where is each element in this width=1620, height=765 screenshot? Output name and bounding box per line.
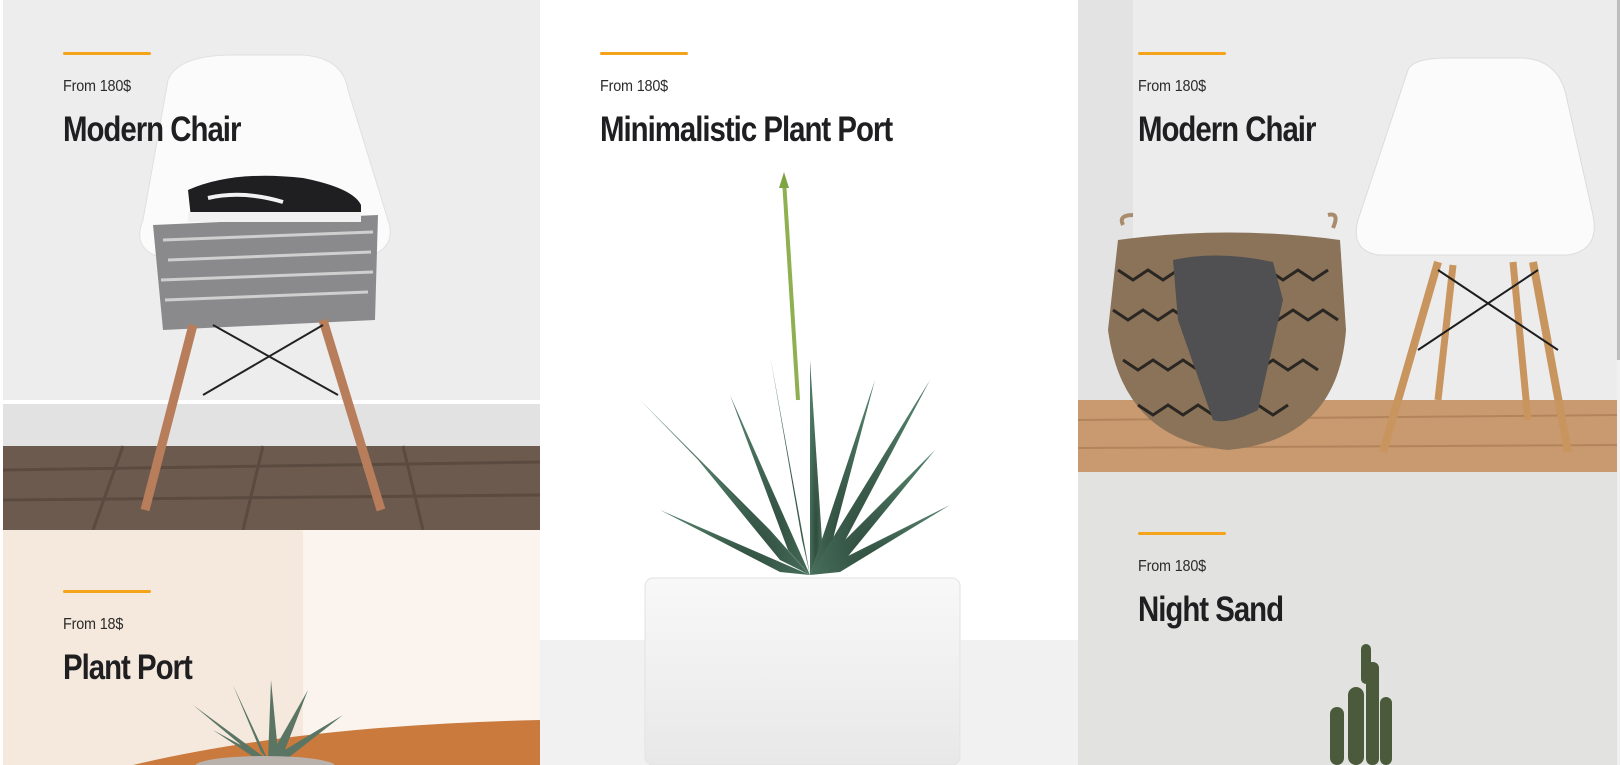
- product-caption: From 180$ Night Sand: [1138, 532, 1311, 630]
- product-name[interactable]: Modern Chair: [1138, 110, 1316, 150]
- product-card-modern-chair-basket[interactable]: From 180$ Modern Chair: [1078, 0, 1620, 472]
- product-name[interactable]: Modern Chair: [63, 110, 241, 150]
- product-price: From 180$: [1138, 78, 1207, 95]
- product-caption: From 18$ Plant Port: [63, 590, 216, 688]
- product-card-modern-chair[interactable]: From 180$ Modern Chair: [3, 0, 540, 530]
- product-price: From 18$: [63, 616, 124, 633]
- product-caption: From 180$ Modern Chair: [1138, 52, 1349, 150]
- product-name[interactable]: Minimalistic Plant Port: [600, 110, 893, 150]
- product-caption: From 180$ Minimalistic Plant Port: [600, 52, 948, 150]
- accent-line: [63, 590, 151, 593]
- accent-line: [600, 52, 688, 55]
- product-price: From 180$: [600, 78, 669, 95]
- product-name[interactable]: Night Sand: [1138, 590, 1284, 630]
- product-name[interactable]: Plant Port: [63, 648, 193, 688]
- accent-line: [63, 52, 151, 55]
- product-card-minimalistic-plant-port[interactable]: From 180$ Minimalistic Plant Port: [540, 0, 1078, 765]
- product-caption: From 180$ Modern Chair: [63, 52, 274, 150]
- product-price: From 180$: [63, 78, 132, 95]
- product-grid: From 180$ Modern Chair From 180$ Minimal…: [3, 0, 1620, 765]
- product-card-plant-port[interactable]: From 18$ Plant Port: [3, 530, 540, 765]
- product-price: From 180$: [1138, 558, 1207, 575]
- accent-line: [1138, 532, 1226, 535]
- accent-line: [1138, 52, 1226, 55]
- product-card-night-sand[interactable]: From 180$ Night Sand: [1078, 472, 1620, 765]
